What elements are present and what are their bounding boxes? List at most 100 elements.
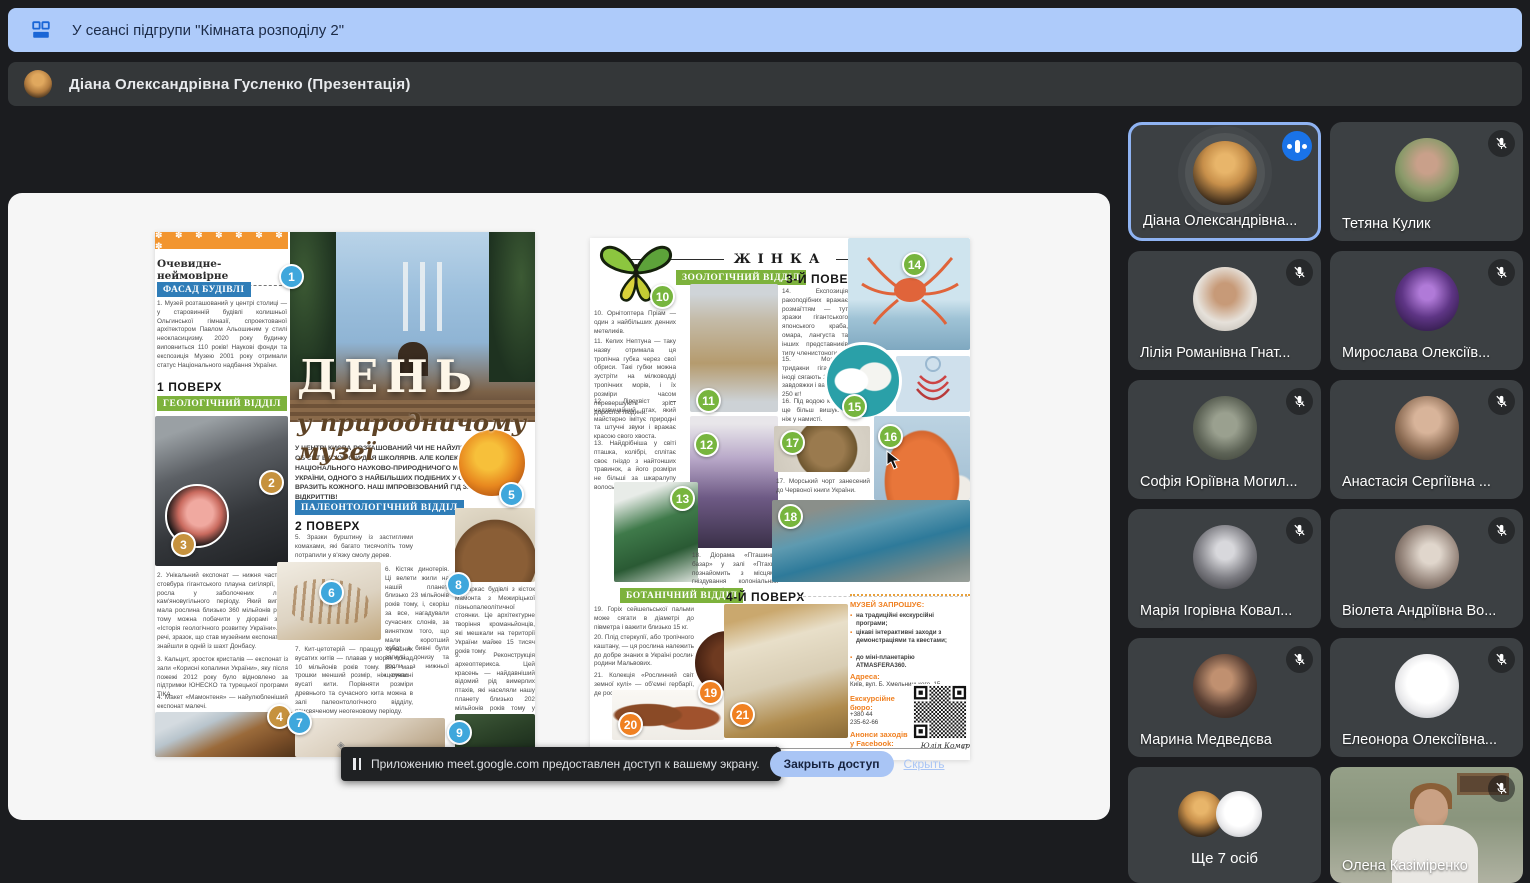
number-badge: 13	[670, 486, 695, 511]
participant-tile[interactable]: Анастасія Сергіївна ...	[1330, 380, 1523, 499]
number-badge: 14	[902, 252, 927, 277]
overflow-count-label: Ще 7 осіб	[1128, 850, 1321, 867]
participant-tile[interactable]: Тетяна Кулик	[1330, 122, 1523, 241]
avatar	[1395, 654, 1459, 718]
mouse-cursor	[886, 450, 902, 475]
magazine-item-19: 19. Горіх сейшельської пальми може сягат…	[594, 606, 694, 632]
geology-section-label: ГЕОЛОГІЧНИЙ ВІДДІЛ	[157, 396, 287, 411]
avatar	[1395, 396, 1459, 460]
number-badge: 2	[259, 470, 284, 495]
avatar	[1216, 791, 1262, 837]
participant-tile[interactable]: Лілія Романівна Гнат...	[1128, 251, 1321, 370]
number-badge: 1	[279, 264, 304, 289]
mic-muted-icon	[1286, 517, 1313, 544]
address-label: Адреса:	[850, 672, 880, 681]
mic-muted-icon	[1286, 388, 1313, 415]
presenter-avatar	[24, 70, 52, 98]
magazine-right-page: ЖІНКА 10 ЗООЛОГІЧНИЙ ВІДДІЛ 3-Й ПОВЕРХ 1…	[590, 238, 970, 760]
participant-name: Тетяна Кулик	[1342, 216, 1431, 232]
magazine-item-5: 5. Зразки бурштину із застиглими комахам…	[295, 534, 413, 560]
participant-tile-video[interactable]: Олена Казіміренко	[1330, 767, 1523, 883]
floor-1-heading: 1 ПОВЕРХ	[157, 380, 222, 394]
invite-bullet: до міні-планетарію ATMASFERA360.	[850, 654, 962, 670]
participant-name: Софія Юріївна Могил...	[1140, 474, 1298, 490]
person-video	[1392, 825, 1478, 883]
number-badge: 20	[618, 712, 643, 737]
invite-bullet: на традиційні екскурсійні програми;	[850, 612, 962, 628]
participant-tile-diana[interactable]: Діана Олександрівна...	[1128, 122, 1321, 241]
number-badge: 10	[650, 284, 675, 309]
qr-code	[912, 684, 968, 740]
pause-icon	[353, 758, 361, 770]
participant-tile[interactable]: Марія Ігорівна Ковал...	[1128, 509, 1321, 628]
mic-muted-icon	[1488, 130, 1515, 157]
avatar	[1395, 138, 1459, 202]
invite-title: МУЗЕЙ ЗАПРОШУЄ:	[850, 600, 924, 609]
magazine-subtitle: у природничому музеї	[297, 408, 535, 466]
number-badge: 3	[171, 532, 196, 557]
mammoth-bone-hut-photo	[455, 508, 535, 582]
page-number: 17	[961, 744, 968, 751]
breakout-room-banner: У сеансі підгрупи "Кімната розподілу 2"	[8, 8, 1522, 52]
avatar	[1395, 267, 1459, 331]
screen-share-bar: Приложению meet.google.com предоставлен …	[341, 747, 781, 781]
phone-number: +380 44	[850, 711, 873, 719]
ornament-strip: ✽ ✽ ✽ ✽ ✽ ✽ ✽ ✽	[155, 232, 288, 249]
participant-tile[interactable]: Софія Юріївна Могил...	[1128, 380, 1321, 499]
presenter-bar[interactable]: Діана Олександрівна Гусленко (Презентаці…	[8, 62, 1522, 106]
overflow-participants-tile[interactable]: Ще 7 осіб	[1128, 767, 1321, 883]
number-badge: 17	[780, 430, 805, 455]
participant-tile[interactable]: Мирослава Олексіїв...	[1330, 251, 1523, 370]
number-badge: 18	[778, 504, 803, 529]
phone-number: 235-62-66	[850, 719, 878, 727]
invite-bullet: цікаві інтерактивні заходи з демонстраці…	[850, 629, 962, 645]
number-badge: 21	[730, 702, 755, 727]
avatar	[1193, 267, 1257, 331]
building-column	[437, 262, 442, 330]
avatar	[1193, 396, 1257, 460]
shared-screen-area: ✽ ✽ ✽ ✽ ✽ ✽ ✽ ✽ Очевидне-неймовірне ФАСА…	[8, 193, 1110, 820]
magazine-item-8: 8. Каркас будівлі з кісток мамонта з Меж…	[455, 586, 535, 657]
floor-2-heading: 2 ПОВЕРХ	[295, 519, 360, 533]
magazine-item-14: 14. Експозиція ракоподібних вражає розма…	[782, 288, 848, 359]
stop-sharing-button[interactable]: Закрыть доступ	[770, 751, 894, 777]
participant-name: Олена Казіміренко	[1342, 858, 1468, 874]
mic-muted-icon	[1488, 646, 1515, 673]
magazine-item-2: 2. Унікальний експонат — нижня частина с…	[157, 572, 288, 651]
facade-section-label: ФАСАД БУДІВЛІ	[157, 282, 251, 297]
number-badge: 9	[447, 720, 472, 745]
share-message: Приложению meet.google.com предоставлен …	[371, 757, 760, 771]
tree-right	[489, 232, 535, 382]
avatar	[1193, 141, 1257, 205]
number-badge: 12	[694, 432, 719, 457]
avatar	[1193, 654, 1257, 718]
magazine-item-12: 12. Лірохвіст — надзвичайний птах, який …	[594, 398, 676, 442]
avatar	[1395, 525, 1459, 589]
presenter-name: Діана Олександрівна Гусленко (Презентаці…	[69, 76, 411, 93]
magazine-left-page: ✽ ✽ ✽ ✽ ✽ ✽ ✽ ✽ Очевидне-неймовірне ФАСА…	[155, 232, 535, 757]
participant-name: Мирослава Олексіїв...	[1342, 345, 1490, 361]
number-badge: 5	[499, 482, 524, 507]
hide-share-bar-link[interactable]: Скрыть	[904, 757, 945, 771]
magazine-item-1: 1. Музей розташований у центрі столиці —…	[157, 300, 287, 371]
paleontology-section-label: ПАЛЕОНТОЛОГІЧНИЙ ВІДДІЛ	[295, 500, 464, 515]
mic-muted-icon	[1488, 388, 1515, 415]
magazine-item-7: 7. Кит-цетотерій — пращур сучасних вусат…	[295, 646, 413, 717]
number-badge: 19	[698, 680, 723, 705]
participant-name: Лілія Романівна Гнат...	[1140, 345, 1290, 361]
participant-name: Діана Олександрівна...	[1143, 213, 1297, 229]
breakout-rooms-icon	[30, 19, 52, 41]
avatar	[1193, 525, 1257, 589]
botany-section-label: БОТАНІЧНИЙ ВІДДІЛ	[620, 588, 743, 603]
building-column	[403, 262, 408, 330]
number-badge: 11	[696, 388, 721, 413]
magazine-main-title: ДЕНЬ	[297, 350, 479, 403]
number-badge: 8	[446, 572, 471, 597]
participant-tile[interactable]: Марина Медведєва	[1128, 638, 1321, 757]
number-badge: 16	[878, 424, 903, 449]
participant-name: Елеонора Олексіївна...	[1342, 732, 1497, 748]
participant-tile[interactable]: Елеонора Олексіївна...	[1330, 638, 1523, 757]
floor-4-heading: 4-Й ПОВЕРХ	[726, 590, 805, 604]
necklace-sketch-photo	[896, 356, 970, 412]
participant-tile[interactable]: Віолета Андріївна Во...	[1330, 509, 1523, 628]
